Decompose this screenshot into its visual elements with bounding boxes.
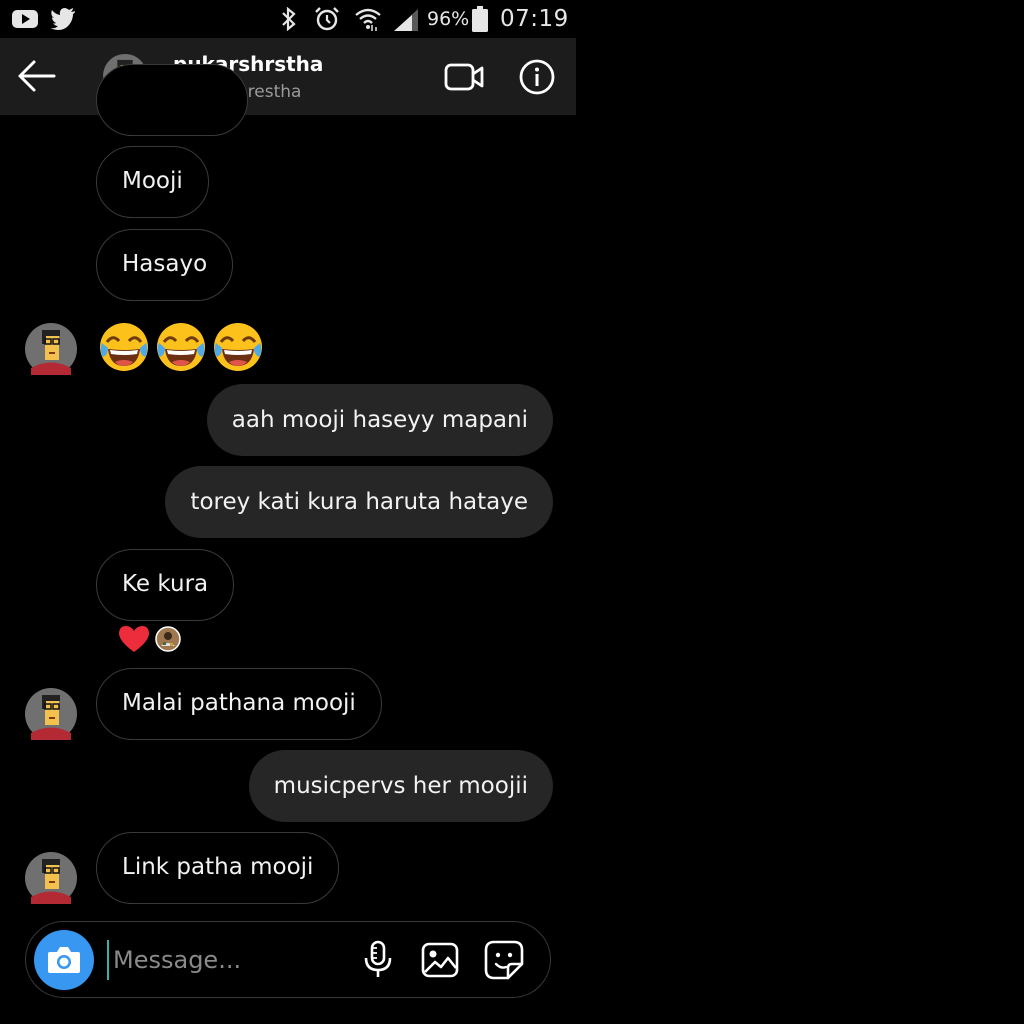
camera-icon bbox=[48, 947, 80, 973]
laughing-emoji-icon[interactable] bbox=[212, 321, 264, 373]
avatar[interactable] bbox=[25, 323, 77, 375]
status-bar: 96% 07:19 bbox=[0, 0, 576, 38]
microphone-icon bbox=[364, 940, 392, 977]
sticker-button[interactable] bbox=[484, 940, 524, 980]
phone-screen: 96% 07:19 pukarshrstha Pukar Shrestha Mo… bbox=[0, 0, 576, 1024]
message-input[interactable] bbox=[107, 940, 333, 980]
conversation-header: pukarshrstha Pukar Shrestha bbox=[0, 38, 576, 115]
reactor-avatar bbox=[155, 626, 181, 652]
sticker-icon bbox=[484, 940, 524, 980]
battery-percent: 96% bbox=[427, 8, 470, 30]
message-bubble[interactable]: Ke kura bbox=[96, 549, 235, 621]
wifi-icon bbox=[354, 0, 382, 38]
back-arrow-icon bbox=[18, 60, 56, 92]
message-bubble-partial[interactable] bbox=[96, 64, 248, 136]
twitter-icon bbox=[50, 0, 76, 38]
message-bubble[interactable]: Hasayo bbox=[96, 229, 234, 301]
message-bubble-outgoing[interactable]: torey kati kura haruta hataye bbox=[165, 466, 553, 538]
message-bubble-outgoing[interactable]: aah mooji haseyy mapani bbox=[206, 384, 553, 456]
avatar[interactable] bbox=[25, 688, 77, 740]
signal-icon bbox=[392, 0, 420, 38]
youtube-icon bbox=[12, 0, 38, 38]
gallery-button[interactable] bbox=[421, 942, 459, 978]
laughing-emoji-icon[interactable] bbox=[155, 321, 207, 373]
camera-button[interactable] bbox=[34, 930, 94, 990]
gallery-icon bbox=[421, 942, 459, 978]
clock: 07:19 bbox=[500, 6, 569, 32]
microphone-button[interactable] bbox=[360, 940, 396, 980]
info-icon bbox=[519, 59, 555, 95]
message-bubble[interactable]: Link patha mooji bbox=[96, 832, 340, 904]
message-composer bbox=[25, 921, 551, 998]
video-call-button[interactable] bbox=[443, 60, 485, 94]
info-button[interactable] bbox=[518, 58, 556, 96]
video-call-icon bbox=[444, 63, 484, 91]
alarm-icon bbox=[314, 0, 340, 38]
bluetooth-icon bbox=[280, 0, 298, 38]
message-bubble[interactable]: Mooji bbox=[96, 146, 209, 218]
message-bubble-outgoing[interactable]: musicpervs her moojii bbox=[248, 750, 553, 822]
back-button[interactable] bbox=[14, 56, 60, 96]
heart-reaction-icon[interactable] bbox=[117, 624, 151, 654]
avatar[interactable] bbox=[25, 852, 77, 904]
message-bubble[interactable]: Malai pathana mooji bbox=[96, 668, 382, 740]
laughing-emoji-icon[interactable] bbox=[98, 321, 150, 373]
battery-icon bbox=[472, 0, 488, 38]
